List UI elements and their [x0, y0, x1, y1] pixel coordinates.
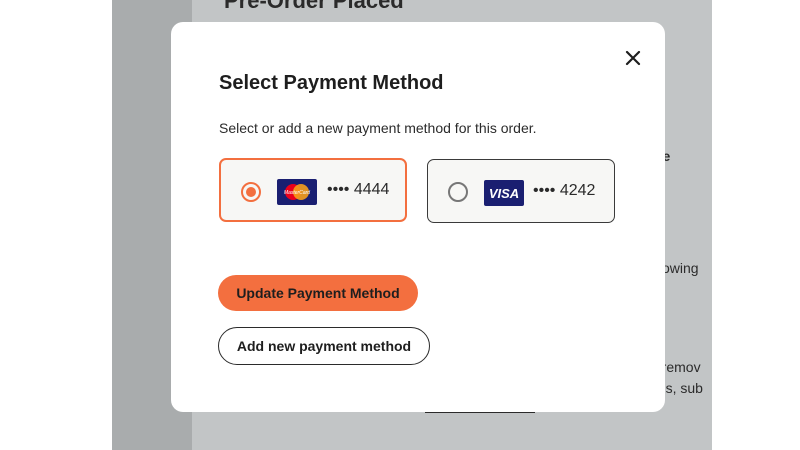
add-new-payment-method-button[interactable]: Add new payment method — [218, 327, 430, 365]
background-page-title: Pre-Order Placed — [224, 0, 404, 13]
payment-option-visa[interactable]: VISA •••• 4242 — [427, 159, 615, 223]
payment-option-mastercard[interactable]: MasterCard •••• 4444 — [219, 158, 407, 222]
radio-unselected[interactable] — [448, 182, 468, 202]
radio-selected[interactable] — [241, 182, 261, 202]
visa-logo-icon: VISA — [484, 180, 524, 206]
payment-method-modal: Select Payment Method Select or add a ne… — [171, 22, 665, 412]
mastercard-logo-icon: MasterCard — [277, 179, 317, 205]
card-number: •••• 4242 — [533, 182, 596, 199]
card-number: •••• 4444 — [327, 181, 390, 198]
close-button[interactable] — [623, 48, 643, 68]
close-icon — [625, 50, 641, 66]
modal-title: Select Payment Method — [219, 72, 444, 94]
mastercard-wordmark: MasterCard — [284, 190, 310, 196]
visa-wordmark: VISA — [488, 185, 520, 201]
update-payment-method-button[interactable]: Update Payment Method — [218, 275, 418, 311]
modal-description: Select or add a new payment method for t… — [219, 120, 537, 136]
